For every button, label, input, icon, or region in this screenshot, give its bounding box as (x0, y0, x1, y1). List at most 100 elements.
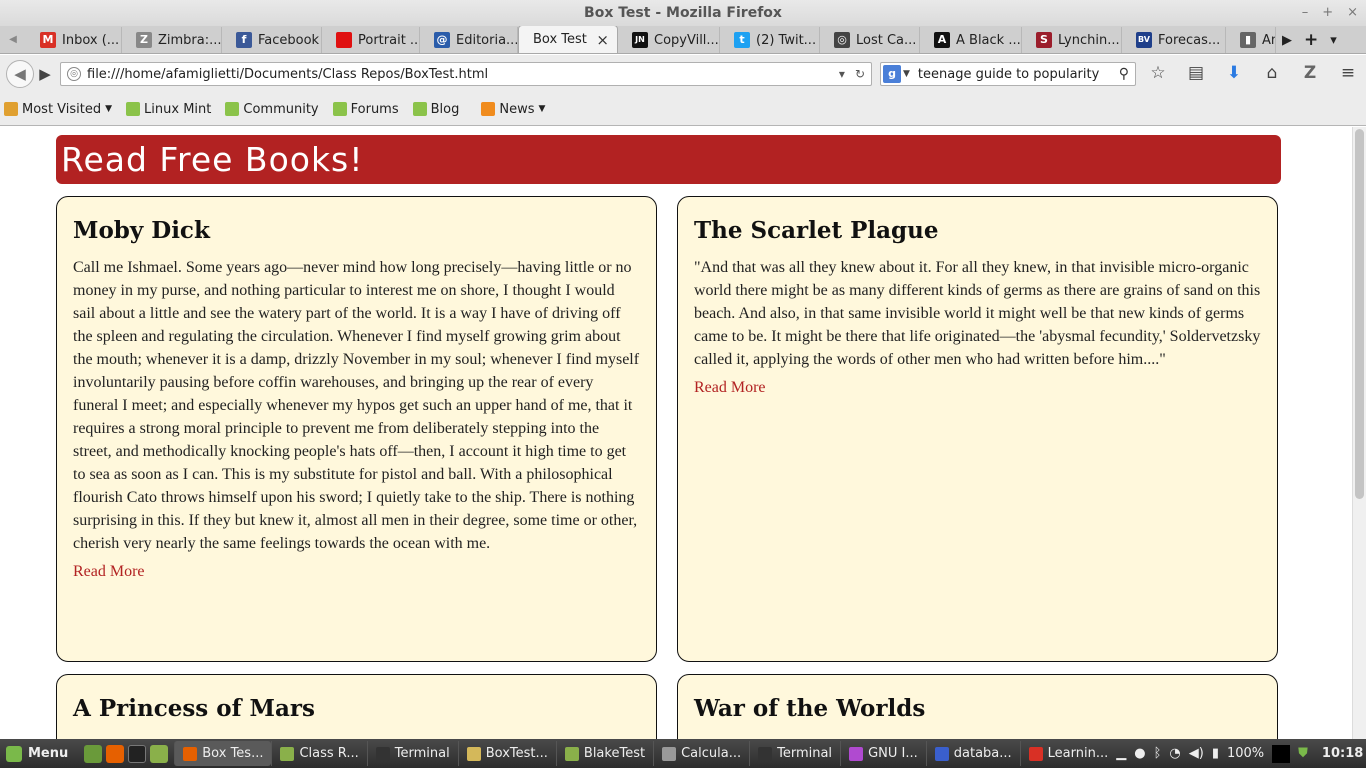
url-dropdown-icon[interactable]: ▾ (839, 67, 845, 81)
bookmark-item[interactable]: Forums (332, 101, 399, 117)
taskbar-window-button[interactable]: BoxTest... (457, 741, 556, 766)
taskbar-window-button[interactable]: Class R... (271, 741, 366, 766)
read-more-link[interactable]: Read More (73, 563, 145, 581)
bookmark-item[interactable]: Most Visited ▼ (4, 102, 112, 117)
back-button[interactable]: ◀ (6, 60, 34, 88)
browser-tab[interactable]: Portrait ... (322, 27, 420, 53)
search-input[interactable]: teenage guide to popularity (918, 67, 1099, 82)
download-icon[interactable]: ⬇ (1222, 63, 1246, 83)
close-tab-icon[interactable]: × (596, 31, 609, 49)
bv-icon: BV (1136, 32, 1152, 48)
page-header: Read Free Books! (56, 135, 1281, 184)
taskbar-window-button[interactable]: Terminal (366, 741, 458, 766)
bookmarks-list-icon[interactable]: ▤ (1184, 63, 1208, 83)
tab-label: Lost Ca... (856, 32, 917, 48)
app-icon (183, 746, 198, 761)
taskbar-window-label: databa... (953, 746, 1012, 761)
bookmark-label: Forums (350, 101, 399, 117)
page-scrollbar[interactable] (1352, 127, 1366, 739)
bookmark-item[interactable]: News ▼ (481, 102, 545, 117)
scrollbar-thumb[interactable] (1355, 129, 1364, 499)
tab-label: An (1262, 32, 1275, 48)
bookmark-item[interactable]: Linux Mint (126, 102, 211, 117)
quick-launch (78, 744, 174, 763)
start-menu-button[interactable]: Menu (0, 745, 78, 762)
taskbar-window-button[interactable]: Learnin... (1019, 741, 1117, 766)
url-text[interactable]: file:///home/afamiglietti/Documents/Clas… (87, 67, 488, 82)
tab-label: Forecas... (1158, 32, 1221, 48)
taskbar-window-button[interactable]: BlakeTest (555, 741, 653, 766)
taskbar-window-button[interactable]: databa... (925, 741, 1020, 766)
taskbar-window-button[interactable]: Box Tes... (174, 741, 272, 766)
browser-tab[interactable]: t (2) Twit... (720, 27, 820, 53)
app-icon (849, 746, 864, 761)
close-window-button[interactable]: × (1347, 0, 1358, 26)
window-title: Box Test - Mozilla Firefox (584, 5, 782, 21)
terminal-launcher-icon[interactable] (128, 744, 147, 763)
url-bar[interactable]: ◎ file:///home/afamiglietti/Documents/Cl… (60, 62, 872, 86)
book-title: Moby Dick (73, 217, 210, 244)
show-desktop-icon[interactable] (84, 744, 103, 763)
browser-tab[interactable]: @ Editoria... (420, 27, 518, 53)
star-icon[interactable]: ☆ (1146, 63, 1170, 83)
tab-scroll-left-button[interactable]: ◀ (0, 27, 26, 53)
taskbar-window-button[interactable]: GNU I... (840, 741, 926, 766)
tab-scroll-right-button[interactable]: ▶ (1282, 33, 1292, 48)
search-icon[interactable]: ⚲ (1119, 66, 1129, 82)
bluetooth-icon[interactable]: ᛒ (1154, 746, 1162, 761)
reload-icon[interactable]: ↻ (855, 67, 865, 81)
tray-black-icon[interactable] (1272, 744, 1291, 763)
clock[interactable]: 10:18 (1316, 746, 1363, 761)
search-engine-dropdown-icon[interactable]: ▼ (903, 69, 910, 79)
network-icon[interactable]: ◔ (1169, 746, 1180, 761)
taskbar-window-label: Terminal (777, 746, 833, 761)
browser-tab[interactable]: f Facebook (222, 27, 322, 53)
book-card: The Scarlet Plague "And that was all the… (677, 196, 1278, 662)
notification-icon[interactable]: ▁ (1116, 746, 1126, 761)
forward-button[interactable]: ▶ (34, 61, 56, 87)
files-launcher-icon[interactable] (150, 744, 169, 763)
firefox-launcher-icon[interactable] (106, 744, 125, 763)
home-icon[interactable]: ⌂ (1260, 63, 1284, 83)
book-excerpt: "And that was all they knew about it. Fo… (694, 259, 1261, 368)
tab-label: Editoria... (456, 32, 518, 48)
user-icon[interactable]: ● (1134, 746, 1145, 761)
zotero-icon[interactable]: Z (1298, 63, 1322, 83)
browser-tab[interactable]: S Lynchin... (1022, 27, 1122, 53)
minimize-button[interactable]: – (1302, 0, 1309, 26)
bookmark-item[interactable]: Community (225, 102, 319, 117)
browser-tab[interactable]: Z Zimbra:... (122, 27, 222, 53)
browser-tab[interactable]: ◎ Lost Ca... (820, 27, 920, 53)
taskbar-window-label: Box Tes... (202, 746, 264, 761)
zimbra-icon: Z (136, 32, 152, 48)
maximize-button[interactable]: + (1322, 0, 1333, 26)
browser-tab[interactable]: M Inbox (... (26, 27, 122, 53)
app-icon (758, 746, 773, 761)
search-bar[interactable]: g ▼ teenage guide to popularity ⚲ (880, 62, 1136, 86)
read-more-link[interactable]: Read More (694, 379, 766, 397)
mint-leaf-icon (332, 102, 347, 116)
new-tab-button[interactable]: + (1304, 30, 1318, 50)
app-icon (466, 746, 481, 761)
taskbar-window-label: Calcula... (681, 746, 742, 761)
bookmark-item[interactable]: Blog (412, 102, 459, 117)
menu-icon[interactable]: ≡ (1336, 63, 1360, 83)
browser-tab[interactable]: JN CopyVill... (618, 27, 720, 53)
battery-icon[interactable]: ▮ (1212, 746, 1219, 761)
lost-icon: ◎ (834, 32, 850, 48)
shield-icon[interactable]: ⛊ (1298, 746, 1308, 761)
globe-icon: ◎ (67, 67, 81, 81)
volume-icon[interactable]: ◀) (1189, 746, 1204, 761)
app-icon (1028, 746, 1043, 761)
google-icon[interactable]: g (883, 65, 901, 83)
chevron-down-icon: ▼ (105, 104, 113, 114)
bookmark-label: Most Visited (22, 101, 102, 117)
tab-list-button[interactable]: ▾ (1330, 33, 1337, 48)
browser-tab[interactable]: ▮ An (1226, 27, 1276, 53)
taskbar-window-button[interactable]: Terminal (749, 741, 840, 766)
browser-tab[interactable]: A A Black ... (920, 27, 1022, 53)
app-icon (564, 746, 579, 761)
taskbar-window-button[interactable]: Calcula... (653, 741, 749, 766)
browser-tab[interactable]: BV Forecas... (1122, 27, 1226, 53)
browser-tab[interactable]: Box Test × (518, 26, 618, 53)
